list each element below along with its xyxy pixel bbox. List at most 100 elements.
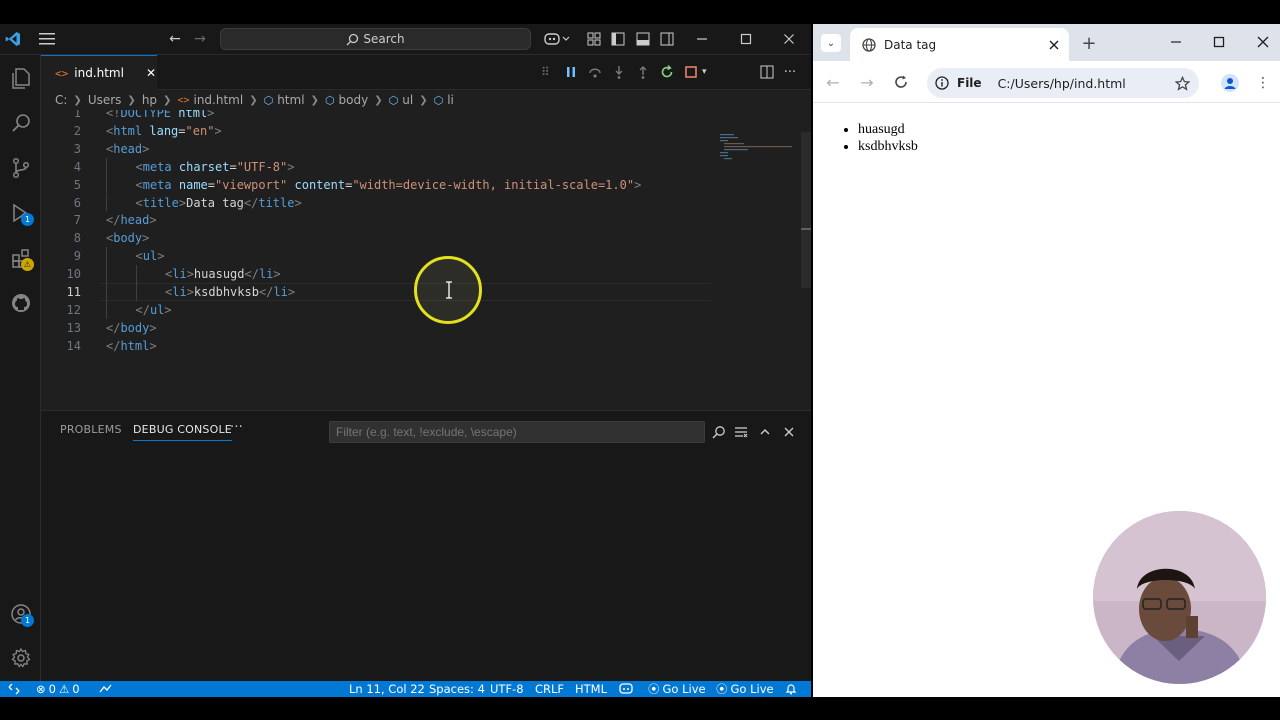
breadcrumb-users[interactable]: Users [88,93,122,107]
html-file-icon: <> [55,66,69,80]
breadcrumb-body[interactable]: body [339,93,369,107]
encoding-status[interactable]: UTF-8 [490,681,524,697]
error-count: 0 [48,682,56,696]
breadcrumb-html[interactable]: html [277,93,304,107]
minimap[interactable] [718,132,798,162]
back-arrow-icon[interactable]: ← [165,29,185,49]
pause-icon[interactable] [563,64,579,80]
code-line: 8 <body> [41,229,801,247]
editor-tab-bar: <> ind.html ✕ ⠿ ▾ ··· [41,55,811,90]
split-editor-icon[interactable] [758,62,776,82]
run-and-debug-icon[interactable]: 1 [0,193,41,233]
accounts-icon[interactable]: 1 [0,594,41,634]
indentation-status[interactable]: Spaces: 4 [429,681,485,697]
step-out-icon[interactable] [635,64,651,80]
chrome-tab-strip: ⌄ Data tag + [813,24,1280,61]
chevron-right-icon: ❯ [73,94,82,106]
source-control-icon[interactable] [0,148,41,188]
debug-console-filter-input[interactable] [329,421,705,443]
problems-status[interactable]: ⊗ 0 ⚠ 0 [36,681,80,697]
breadcrumb-drive[interactable]: C: [55,93,67,107]
tab-title: Data tag [884,37,937,52]
code-editor[interactable]: 1 <!DOCTYPE html> 2 <html lang="en"> 3 <head>… [41,110,811,410]
breadcrumb-li[interactable]: li [447,93,454,107]
back-arrow-icon[interactable]: ← [823,73,843,92]
forward-arrow-icon[interactable]: → [190,29,210,49]
eol-status[interactable]: CRLF [535,681,564,697]
minimize-icon[interactable] [693,29,711,49]
language-mode[interactable]: HTML [575,681,607,697]
drag-handle-icon[interactable]: ⠿ [541,65,559,79]
code-line: 14 </html> [41,337,801,355]
toggle-primary-sidebar-icon[interactable] [609,29,627,49]
editor-scrollbar[interactable] [799,132,811,412]
address-bar[interactable]: File C:/Users/hp/ind.html [927,68,1199,98]
clear-console-icon[interactable] [732,422,750,442]
reload-icon[interactable] [891,73,911,91]
chevron-right-icon: ❯ [374,94,383,106]
tab-ind-html[interactable]: <> ind.html ✕ [41,55,157,90]
search-view-icon[interactable] [0,103,41,143]
tab-close-icon[interactable]: ✕ [146,66,156,80]
explorer-icon[interactable] [0,58,41,98]
maximize-icon[interactable] [737,29,755,49]
settings-gear-icon[interactable] [0,638,41,678]
search-icon[interactable] [710,422,728,442]
tab-data-tag[interactable]: Data tag [850,28,1069,61]
notifications-bell-icon[interactable] [785,681,797,697]
tab-debug-console[interactable]: DEBUG CONSOLE [133,423,232,441]
breadcrumb-file[interactable]: ind.html [193,93,243,107]
restart-icon[interactable] [659,64,675,80]
maximize-panel-icon[interactable] [756,422,774,442]
breadcrumb-hp[interactable]: hp [142,93,157,107]
copilot-status-icon[interactable] [619,681,633,697]
breadcrumb: C: ❯ Users ❯ hp ❯ <> ind.html ❯ ⬡ html ❯… [41,90,811,110]
extensions-icon[interactable]: ⚠ [0,238,41,278]
search-icon [346,33,359,45]
breadcrumb-ul[interactable]: ul [402,93,413,107]
url-text: C:/Users/hp/ind.html [997,75,1126,91]
debug-status-icon[interactable] [99,681,112,697]
step-into-icon[interactable] [611,64,627,80]
site-info-chip[interactable]: File [957,76,982,90]
line-number: 3 [73,141,81,156]
github-icon[interactable] [0,283,41,323]
close-panel-icon[interactable] [780,422,798,442]
go-live-button-1[interactable]: ⦿ Go Live [648,681,706,697]
close-tab-icon[interactable] [1049,40,1059,50]
copilot-icon[interactable] [542,29,572,49]
toggle-secondary-sidebar-icon[interactable] [658,29,676,49]
customize-layout-icon[interactable] [585,29,603,49]
maximize-icon[interactable] [1210,33,1228,51]
chrome-menu-icon[interactable]: ⋮ [1256,73,1270,93]
go-live-button-2[interactable]: ⦿ Go Live [716,681,774,697]
close-window-icon[interactable] [780,29,798,49]
code-text: <body> [106,231,150,246]
toggle-panel-icon[interactable] [634,29,652,49]
minimize-icon[interactable] [1167,33,1185,51]
new-tab-plus-icon[interactable]: + [1079,33,1099,54]
error-icon: ⊗ [36,682,46,696]
close-window-icon[interactable] [1254,33,1272,51]
forward-arrow-icon[interactable]: → [857,73,877,92]
more-actions-icon[interactable]: ··· [781,62,799,82]
stop-icon[interactable] [683,64,699,80]
menu-icon[interactable] [37,29,57,49]
remote-indicator-icon[interactable] [8,681,20,697]
webcam-overlay [1093,511,1266,684]
bookmark-star-icon[interactable] [1173,74,1191,92]
command-center-search[interactable]: Search [220,28,531,50]
line-number: 14 [66,338,81,353]
code-line: 2 <html lang="en"> [41,122,801,140]
profile-avatar-icon[interactable] [1220,73,1240,93]
stop-dropdown-chevron-icon[interactable]: ▾ [702,67,707,77]
step-over-icon[interactable] [587,64,603,80]
indent-guide [106,247,107,266]
line-number: 12 [66,302,81,317]
panel-more-icon[interactable]: ··· [230,420,243,435]
tab-search-chevron-icon[interactable]: ⌄ [821,34,841,52]
cursor-position[interactable]: Ln 11, Col 22 [349,681,425,697]
go-live-label-1: Go Live [662,682,706,696]
tab-problems[interactable]: PROBLEMS [60,423,122,436]
globe-icon [862,37,876,52]
